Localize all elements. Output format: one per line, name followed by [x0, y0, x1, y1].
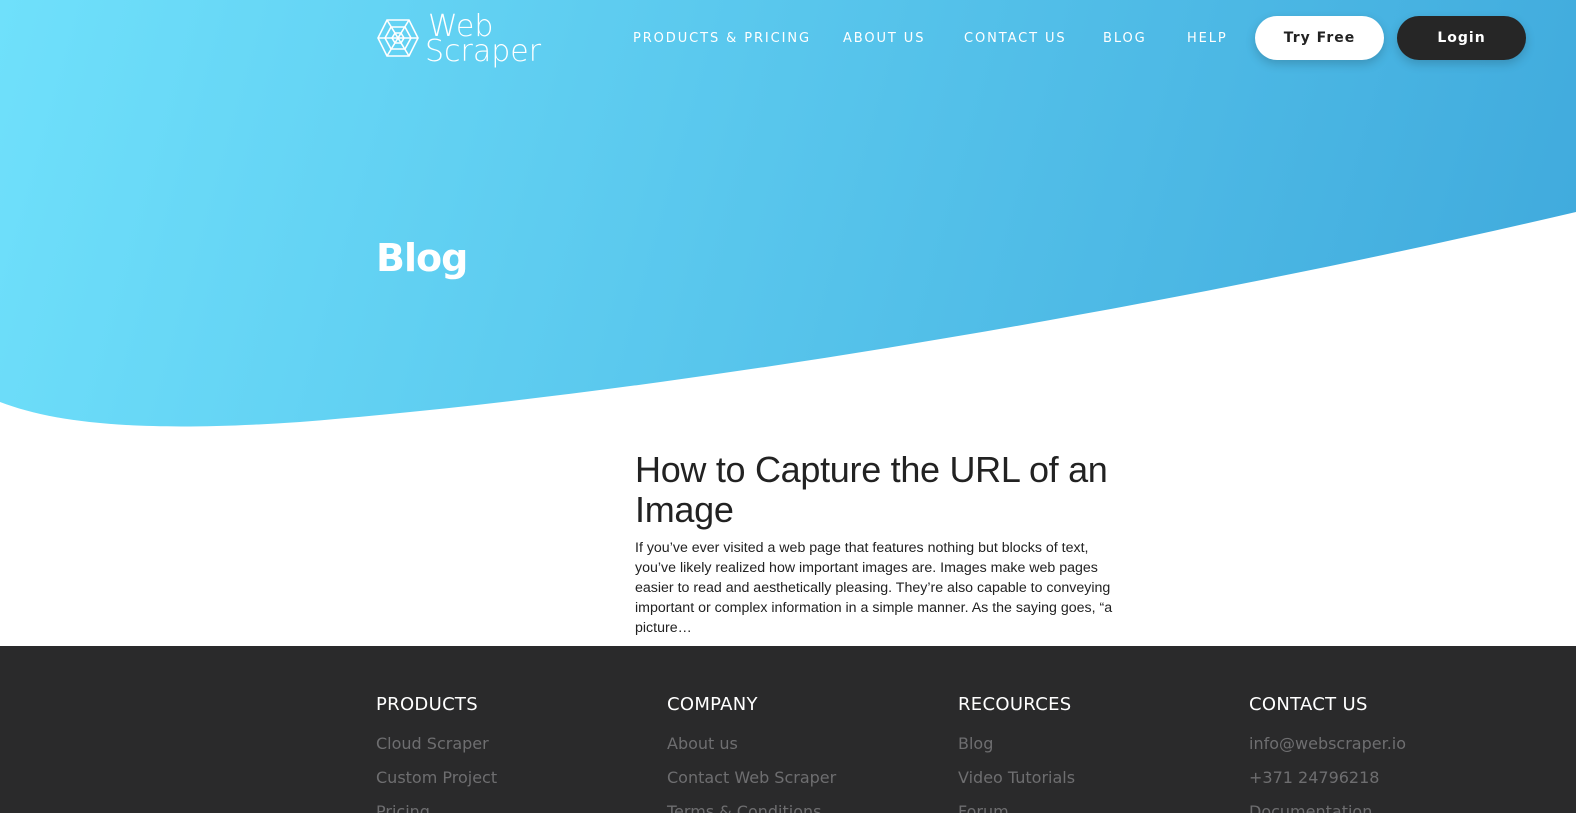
nav-blog[interactable]: BLOG: [1103, 30, 1147, 48]
page: Web Scraper PRODUCTS & PRICING ABOUT US …: [0, 0, 1576, 813]
nav-about-us[interactable]: ABOUT US: [843, 30, 925, 48]
footer-heading: RECOURCES: [958, 694, 1072, 715]
post-excerpt: If you’ve ever visited a web page that f…: [635, 540, 1113, 636]
nav-help[interactable]: HELP: [1187, 30, 1228, 48]
try-free-button[interactable]: Try Free: [1255, 16, 1384, 60]
footer-column-contact: CONTACT US info@webscraper.io +371 24796…: [1249, 694, 1406, 813]
footer-link-documentation[interactable]: Documentation: [1249, 802, 1406, 813]
footer-link-terms[interactable]: Terms & Conditions: [667, 802, 836, 813]
logo-text: Web Scraper: [425, 12, 542, 69]
footer-column-company: COMPANY About us Contact Web Scraper Ter…: [667, 694, 836, 813]
logo[interactable]: Web Scraper: [377, 12, 541, 70]
footer: PRODUCTS Cloud Scraper Custom Project Pr…: [0, 646, 1576, 813]
footer-link-pricing[interactable]: Pricing: [376, 802, 497, 813]
footer-heading: COMPANY: [667, 694, 758, 715]
hero-section: Web Scraper PRODUCTS & PRICING ABOUT US …: [0, 0, 1576, 440]
page-title: Blog: [376, 236, 468, 280]
hero-background: [0, 0, 1576, 427]
footer-link-video-tutorials[interactable]: Video Tutorials: [958, 768, 1075, 802]
footer-link-forum[interactable]: Forum: [958, 802, 1075, 813]
footer-link-custom-project[interactable]: Custom Project: [376, 768, 497, 802]
footer-link-about-us[interactable]: About us: [667, 734, 836, 768]
nav-products-pricing[interactable]: PRODUCTS & PRICING: [633, 30, 811, 48]
post-title-link[interactable]: How to Capture the URL of an Image: [635, 450, 1120, 530]
footer-heading: CONTACT US: [1249, 694, 1368, 715]
footer-column-products: PRODUCTS Cloud Scraper Custom Project Pr…: [376, 694, 497, 813]
footer-heading: PRODUCTS: [376, 694, 478, 715]
logo-word-scraper: Scraper: [425, 34, 542, 69]
footer-link-email[interactable]: info@webscraper.io: [1249, 734, 1406, 768]
spider-web-icon: [377, 19, 419, 57]
footer-link-contact[interactable]: Contact Web Scraper: [667, 768, 836, 802]
footer-link-phone[interactable]: +371 24796218: [1249, 768, 1406, 802]
blog-post-card: How to Capture the URL of an Image If yo…: [635, 450, 1120, 638]
footer-column-resources: RECOURCES Blog Video Tutorials Forum: [958, 694, 1075, 813]
nav-contact-us[interactable]: CONTACT US: [964, 30, 1067, 48]
footer-link-cloud-scraper[interactable]: Cloud Scraper: [376, 734, 497, 768]
footer-link-blog[interactable]: Blog: [958, 734, 1075, 768]
login-button[interactable]: Login: [1397, 16, 1526, 60]
